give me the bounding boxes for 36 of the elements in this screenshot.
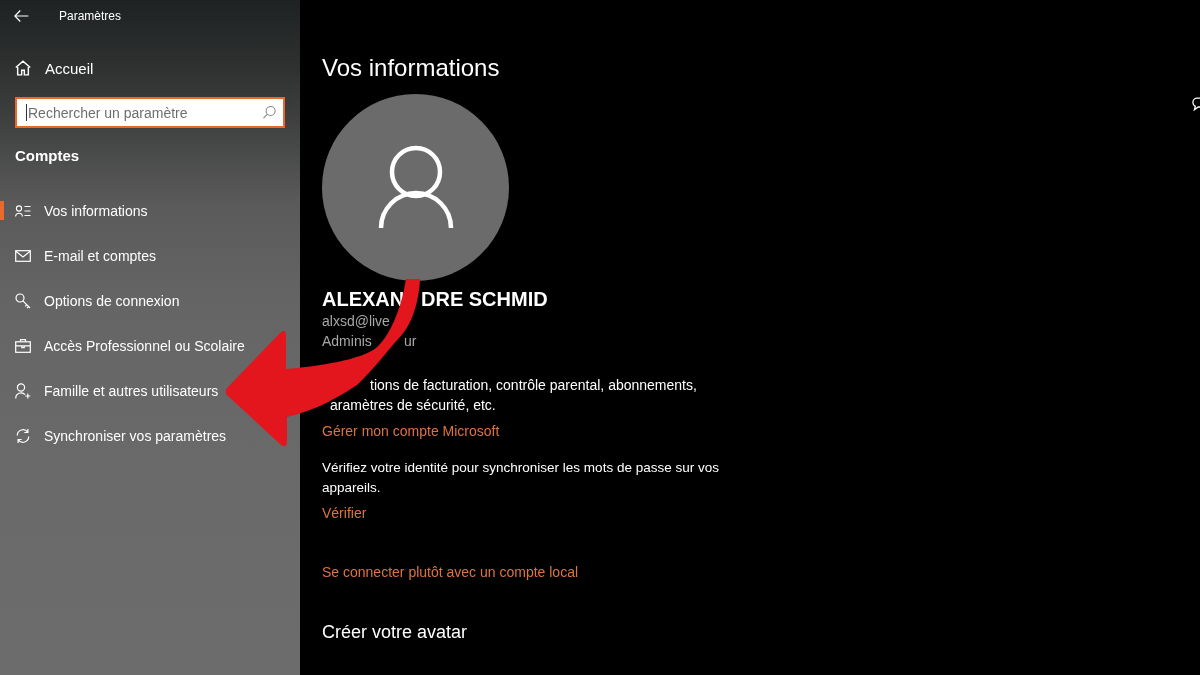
envelope-icon xyxy=(15,249,31,262)
chat-bubble-icon[interactable] xyxy=(1192,97,1200,111)
person-add-icon xyxy=(15,382,31,399)
verify-text: Vérifiez votre identité pour synchroniser les mots de passe sur vos appareils. xyxy=(322,459,720,497)
email-text: alxsd@live xyxy=(322,312,390,331)
window-title: Paramètres xyxy=(59,8,122,23)
user-name: ALEXAN xyxy=(322,287,405,311)
description-text: aramètres de sécurité, etc. xyxy=(330,396,496,415)
nav-item[interactable]: E-mail et comptes xyxy=(0,233,157,278)
search-icon xyxy=(263,106,276,119)
section-heading: Comptes xyxy=(14,146,80,166)
nav-item[interactable]: Accès Professionnel ou Scolaire xyxy=(0,323,245,368)
contact-card-icon xyxy=(15,204,31,217)
briefcase-icon xyxy=(15,338,31,353)
manage-account-link[interactable]: Gérer mon compte Microsoft xyxy=(322,421,500,441)
user-name: DRE SCHMID xyxy=(421,287,548,311)
local-account-link[interactable]: Se connecter plutôt avec un compte local xyxy=(322,562,579,582)
home-icon xyxy=(15,60,31,76)
section-heading: Créer votre avatar xyxy=(322,621,468,644)
back-arrow-icon xyxy=(14,9,29,22)
nav-item[interactable]: Famille et autres utilisateurs xyxy=(0,368,219,413)
text-cursor xyxy=(26,104,27,121)
description-text: tions de facturation, contrôle parental, abonnements, xyxy=(370,376,697,395)
key-icon xyxy=(15,292,31,309)
search-field[interactable]: Rechercher un paramètre xyxy=(15,97,285,128)
account-role: ur xyxy=(404,332,417,351)
nav-item[interactable]: Synchroniser vos paramètres xyxy=(0,413,227,458)
nav-item[interactable]: Vos informations xyxy=(0,188,148,233)
nav-item[interactable]: Options de connexion xyxy=(0,278,180,323)
selection-bar xyxy=(0,201,4,220)
sync-icon xyxy=(15,427,31,444)
account-role: Adminis xyxy=(322,332,372,351)
back-button[interactable] xyxy=(14,9,29,22)
verify-link[interactable]: Vérifier xyxy=(322,503,367,523)
page-title: Vos informations xyxy=(322,53,500,83)
home-link[interactable]: Accueil xyxy=(0,48,94,88)
